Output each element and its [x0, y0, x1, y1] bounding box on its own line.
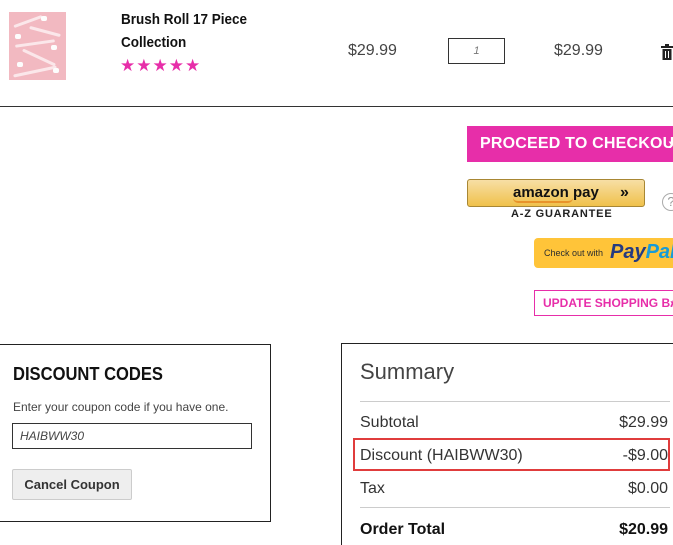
checkout-label: PROCEED TO CHECKOUT — [480, 135, 673, 152]
summary-divider — [360, 507, 670, 508]
order-total-label: Order Total — [360, 521, 446, 538]
double-chevron-icon: » — [620, 184, 629, 201]
order-total-value: $20.99 — [619, 521, 668, 538]
discount-highlight-box — [353, 438, 670, 471]
summary-row-order-total: Order Total $20.99 — [360, 521, 668, 539]
summary-title: Summary — [360, 359, 455, 384]
product-rating-stars: ★★★★★ — [120, 56, 202, 75]
summary-row-value: $29.99 — [619, 414, 668, 431]
summary-row-value: $0.00 — [627, 480, 668, 497]
amazon-smile-icon — [513, 198, 573, 203]
product-name[interactable]: Brush Roll 17 Piece Collection — [121, 8, 265, 54]
proceed-to-checkout-button[interactable]: PROCEED TO CHECKOUT › — [467, 126, 673, 162]
amazon-pay-button[interactable]: amazon pay » — [467, 179, 645, 207]
summary-row-subtotal: Subtotal $29.99 — [360, 414, 668, 432]
paypal-logo-pay: Pay — [610, 241, 646, 263]
summary-row-label: Tax — [360, 480, 385, 497]
summary-row-tax: Tax $0.00 — [360, 480, 668, 498]
quantity-input[interactable]: 1 — [448, 38, 505, 64]
help-icon[interactable]: ? — [662, 193, 673, 211]
summary-row-label: Subtotal — [360, 414, 419, 431]
product-thumbnail[interactable] — [9, 12, 66, 80]
discount-codes-title: DISCOUNT CODES — [13, 364, 163, 384]
chevron-right-icon: › — [668, 126, 673, 162]
paypal-checkout-button[interactable]: Check out with PayPal — [534, 238, 673, 268]
update-shopping-bag-label: UPDATE SHOPPING BAG — [543, 296, 673, 310]
amazon-guarantee-text: A-Z GUARANTEE — [511, 208, 613, 220]
paypal-logo-pal: Pal — [645, 241, 673, 263]
product-line-total: $29.99 — [554, 42, 603, 59]
discount-codes-panel: DISCOUNT CODES Enter your coupon code if… — [0, 344, 271, 522]
divider — [0, 106, 673, 107]
paypal-checkout-text: Check out with — [544, 248, 604, 258]
trash-icon[interactable] — [661, 44, 673, 60]
paypal-logo: PayPal — [610, 241, 673, 264]
product-unit-price: $29.99 — [348, 42, 397, 59]
summary-divider — [360, 401, 670, 402]
cancel-coupon-button[interactable]: Cancel Coupon — [12, 469, 132, 500]
discount-help-text: Enter your coupon code if you have one. — [13, 400, 229, 414]
coupon-code-input[interactable]: HAIBWW30 — [12, 423, 252, 449]
update-shopping-bag-button[interactable]: UPDATE SHOPPING BAG › — [534, 290, 673, 316]
